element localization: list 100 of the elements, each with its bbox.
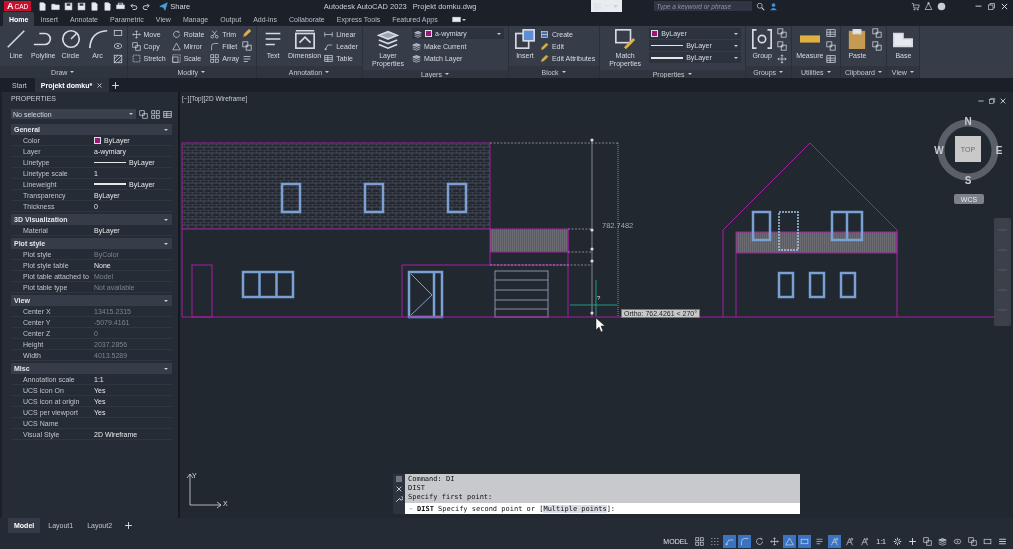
undo-arrow-icon [129, 1, 139, 11]
ribbon-icon-button[interactable] [826, 28, 837, 38]
copy-squares-icon [826, 41, 837, 51]
mini-toolbar[interactable] [590, 0, 622, 12]
ribbon-icon-button[interactable] [242, 54, 253, 64]
rectangle-icon [800, 536, 810, 546]
ribbon-icon-button[interactable] [242, 41, 253, 51]
triangle-icon [785, 536, 795, 546]
connect-button[interactable] [924, 1, 933, 11]
network-triangle-icon [924, 1, 933, 11]
quick-access-button[interactable] [103, 1, 113, 11]
text-lines-icon [815, 536, 825, 546]
viewport-close-button[interactable] [999, 97, 1007, 105]
caret-icon [460, 16, 467, 23]
search-button[interactable] [755, 1, 765, 11]
close-icon [999, 97, 1007, 105]
status-toggle-button[interactable] [828, 534, 842, 548]
minimize-icon [977, 100, 985, 102]
dashed-square-icon [131, 53, 141, 63]
quick-access-button[interactable] [64, 1, 74, 11]
rounded-corner-icon [740, 536, 750, 546]
viewport-minimize-button[interactable] [977, 97, 985, 105]
ribbon-icon-button[interactable] [872, 28, 883, 38]
status-toggle-button[interactable] [768, 534, 782, 548]
ribbon-icon-button[interactable] [777, 28, 788, 38]
dimension-icon [293, 28, 316, 50]
copy-squares-icon [131, 41, 141, 51]
caret-icon [778, 69, 785, 75]
compass-letter[interactable]: N [964, 116, 972, 127]
line-icon [5, 28, 27, 50]
copy-squares-icon [923, 536, 932, 546]
close-icon [96, 81, 104, 89]
copy-squares-icon [872, 41, 883, 51]
ribbon-icon-button[interactable] [826, 41, 837, 51]
table-icon [826, 28, 837, 38]
restore-button[interactable] [987, 1, 996, 11]
logo-letter: A [7, 1, 14, 11]
leader-arrow-icon [324, 41, 334, 51]
quick-access-button[interactable] [142, 1, 152, 11]
rotate-arrow-icon [171, 29, 181, 39]
caret-icon [163, 240, 169, 247]
table-icon [163, 109, 172, 119]
hatch-icon [112, 54, 123, 64]
user-button[interactable] [768, 1, 778, 11]
quick-access-button[interactable] [51, 1, 61, 11]
caret-icon [163, 365, 169, 372]
ribbon-icon-button[interactable] [777, 54, 788, 64]
layers-icon [413, 29, 422, 38]
viewport-restore-button[interactable] [988, 97, 996, 105]
toggle-pickadd-button[interactable] [139, 109, 148, 119]
status-toggle-button[interactable] [783, 534, 797, 548]
ribbon-icon-button[interactable] [826, 54, 837, 64]
workspace-button[interactable] [451, 15, 467, 24]
ribbon-icon-button[interactable] [112, 28, 123, 38]
search-icon [755, 1, 765, 11]
ribbon-icon-button[interactable] [777, 41, 788, 51]
compass-letter[interactable]: E [995, 145, 1003, 156]
store-button[interactable] [911, 1, 920, 11]
close-button[interactable] [1000, 1, 1009, 11]
caret-icon [69, 69, 76, 75]
line-sample [651, 56, 684, 59]
ribbon-icon-button[interactable] [242, 28, 253, 38]
caret-icon [163, 297, 169, 304]
table-icon [826, 54, 837, 64]
caret-icon [163, 216, 169, 223]
dimension-line-icon [324, 29, 334, 39]
minimize-button[interactable] [974, 4, 983, 8]
plus-icon [908, 536, 917, 546]
quick-access-button[interactable] [38, 1, 48, 11]
status-button[interactable] [966, 534, 979, 548]
move-arrows-icon [770, 536, 780, 546]
select-objects-button[interactable] [151, 109, 160, 119]
insert-block-icon [513, 28, 536, 50]
printer-icon [116, 1, 126, 11]
status-toggle-button[interactable] [723, 534, 737, 548]
grid-icon [695, 536, 705, 546]
copy-squares-icon [777, 28, 788, 38]
copy-squares-icon [242, 41, 253, 51]
cart-icon [911, 1, 920, 11]
quick-access-button[interactable] [77, 1, 87, 11]
ribbon-icon-button[interactable] [112, 41, 123, 51]
compass-letter[interactable]: W [934, 145, 944, 156]
status-toggle-button[interactable] [693, 534, 707, 548]
ribbon-icon-button[interactable] [872, 41, 883, 51]
minimize-icon [974, 4, 983, 8]
ribbon-icon-button[interactable] [112, 54, 123, 64]
status-toggle-button[interactable] [738, 534, 752, 548]
quick-select-button[interactable] [163, 109, 172, 119]
user-icon [768, 1, 778, 11]
status-toggle-button[interactable] [798, 534, 812, 548]
status-button[interactable] [921, 534, 934, 548]
quick-access-button[interactable] [116, 1, 126, 11]
quick-access-button[interactable] [90, 1, 100, 11]
paintbrush-icon [614, 28, 637, 50]
copy-squares-icon [777, 41, 788, 51]
compass-letter[interactable]: S [964, 175, 972, 186]
plus-icon [111, 80, 121, 90]
group-bracket-icon [751, 28, 774, 50]
quick-access-button[interactable] [129, 1, 139, 11]
close-icon [1000, 1, 1009, 11]
